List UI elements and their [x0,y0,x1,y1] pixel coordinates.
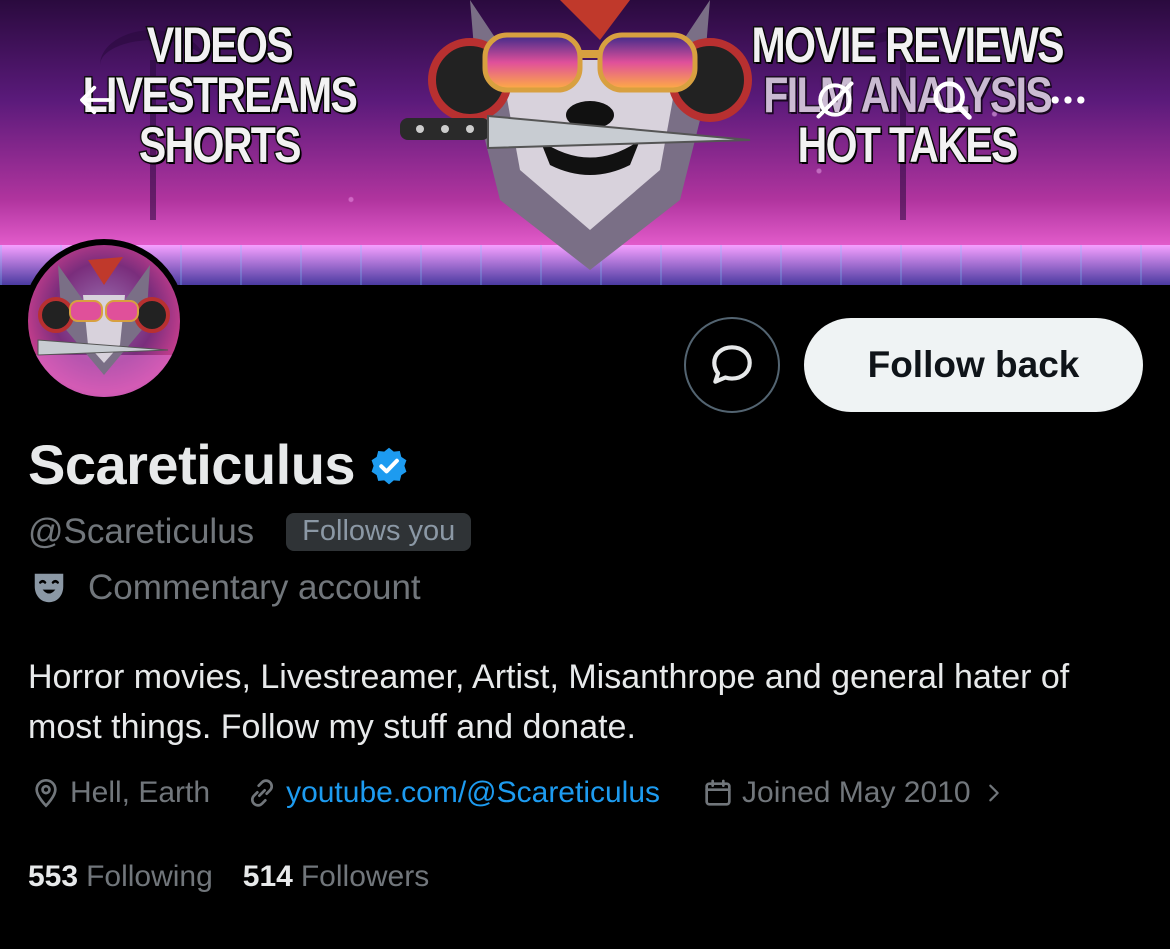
more-horizontal-icon [1051,96,1085,104]
arrow-left-icon [80,85,112,115]
handle-row: @Scareticulus Follows you [28,512,472,552]
follow-stats-row: 553 Following 514 Followers [28,860,429,894]
location-pin-icon [35,778,57,808]
following-label: Following [86,860,213,893]
location-item: Hell, Earth [30,776,210,810]
followers-count: 514 [242,860,293,893]
grok-button[interactable] [805,70,865,130]
link-icon [251,779,274,807]
back-button[interactable] [66,70,126,130]
profile-meta-row: Hell, Earth youtube.com/@Scareticulus Jo… [30,776,1005,810]
location-text: Hell, Earth [70,776,211,809]
banner-line: HOT TAKES [796,117,1019,173]
followers-label: Followers [300,860,430,893]
banner-line: MOVIE REVIEWS [750,17,1065,73]
following-stat[interactable]: 553 Following [28,860,213,894]
theater-mask-icon [34,573,64,603]
name-row: Scareticulus [28,432,411,497]
profile-bio: Horror movies, Livestreamer, Artist, Mis… [28,658,1070,746]
joined-item[interactable]: Joined May 2010 [702,776,1005,810]
follows-you-badge: Follows you [286,513,472,551]
search-icon [933,81,972,120]
followers-stat[interactable]: 514 Followers [243,860,429,894]
search-button[interactable] [922,70,982,130]
category-label: Commentary account [88,568,421,607]
chevron-right-icon [988,784,999,802]
category-row[interactable]: Commentary account [30,568,421,608]
avatar-image [28,245,180,397]
profile-avatar[interactable] [22,239,186,403]
calendar-icon [705,779,731,806]
wolf-avatar-illustration [28,257,180,397]
display-name: Scareticulus [28,433,356,496]
profile-banner[interactable]: VIDEOS LIVESTREAMS SHORTS MOVIE REVIEWS … [0,0,1170,285]
wolf-mascot-illustration [400,0,752,270]
verified-badge-icon[interactable] [367,445,411,489]
user-handle: @Scareticulus [28,512,255,551]
follow-back-button[interactable]: Follow back [804,318,1143,412]
message-button[interactable] [684,317,780,413]
following-count: 553 [28,860,79,893]
joined-text: Joined May 2010 [742,776,971,809]
banner-line: FILM ANALYSIS [762,67,1054,123]
message-bubble-icon [712,345,752,384]
website-link[interactable]: youtube.com/@Scareticulus [286,776,660,810]
more-options-button[interactable] [1038,70,1098,130]
website-item[interactable]: youtube.com/@Scareticulus [246,776,660,810]
banner-line: VIDEOS [146,17,295,73]
banner-text-right: MOVIE REVIEWS FILM ANALYSIS HOT TAKES [735,17,1079,173]
grok-icon [816,81,854,119]
